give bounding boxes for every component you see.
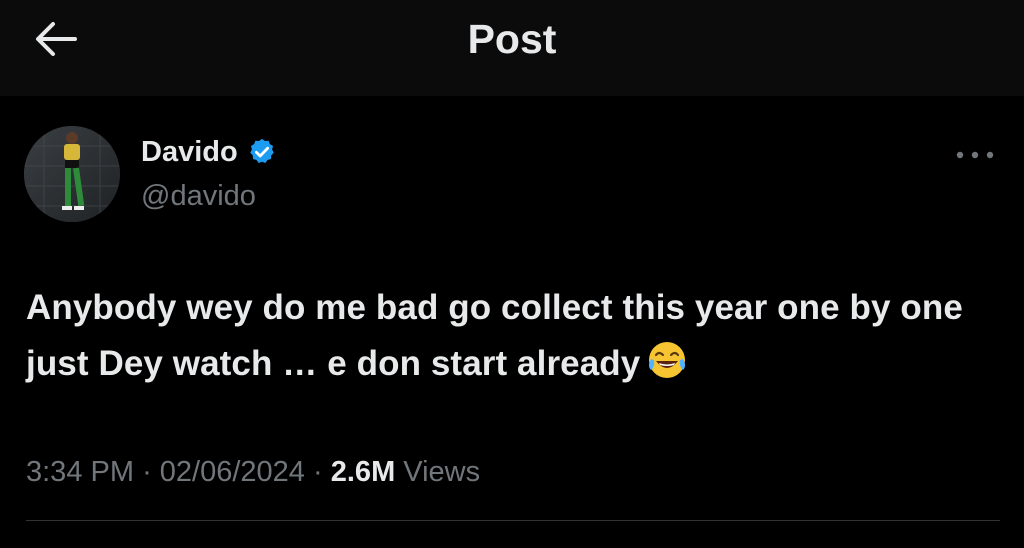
face-with-tears-of-joy-icon (646, 339, 688, 381)
post-date[interactable]: 02/06/2024 (160, 456, 305, 488)
more-options-button[interactable] (951, 144, 999, 166)
views-count: 2.6M (330, 456, 396, 488)
divider (26, 520, 1000, 521)
avatar[interactable] (24, 126, 120, 222)
post: Davido @davido Anybody wey do me bad go … (0, 96, 1024, 548)
separator: · (313, 456, 323, 488)
post-meta: 3:34 PM · 02/06/2024 · 2.6M Views (26, 452, 480, 492)
author-handle[interactable]: @davido (141, 178, 256, 214)
top-bar: Post (0, 0, 1024, 96)
author-name[interactable]: Davido (141, 134, 277, 170)
author-name-label: Davido (141, 136, 238, 168)
separator: · (142, 456, 152, 488)
views-label: Views (403, 456, 481, 488)
verified-badge-icon (247, 137, 277, 167)
post-text: Anybody wey do me bad go collect this ye… (26, 280, 1001, 392)
more-horizontal-icon (956, 151, 994, 159)
post-text-body: Anybody wey do me bad go collect this ye… (26, 288, 963, 383)
post-time[interactable]: 3:34 PM (26, 456, 134, 488)
avatar-image (24, 126, 120, 222)
page-title: Post (467, 16, 557, 62)
